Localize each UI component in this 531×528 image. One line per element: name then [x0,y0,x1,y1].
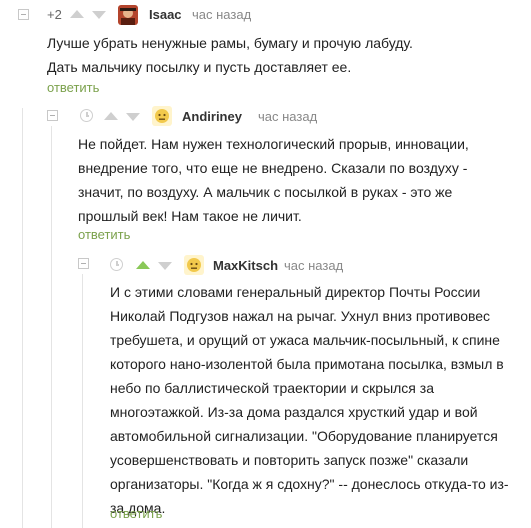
avatar[interactable] [152,106,172,126]
comment-author[interactable]: Andiriney [182,109,242,124]
avatar[interactable] [184,255,204,275]
comment-text: Лучше убрать ненужные рамы, бумагу и про… [47,35,413,75]
clock-icon [80,109,93,122]
comment-author[interactable]: Isaac [149,7,182,22]
downvote-icon[interactable] [92,11,106,19]
collapse-icon[interactable] [78,258,89,269]
comment-time[interactable]: час назад [284,258,343,273]
comment-time[interactable]: час назад [192,7,251,22]
comment-time[interactable]: час назад [258,109,317,124]
upvote-icon[interactable] [136,261,150,269]
avatar[interactable] [118,5,138,25]
upvote-icon[interactable] [70,10,84,18]
clock-icon [110,258,123,271]
comment-text: Не пойдет. Нам нужен технологический про… [78,136,469,224]
thread-line [82,274,83,528]
downvote-icon[interactable] [158,262,172,270]
collapse-icon[interactable] [47,110,58,121]
reply-button[interactable]: ответить [47,80,99,95]
comment-author[interactable]: MaxKitsch [213,258,278,273]
collapse-icon[interactable] [18,9,29,20]
comment-text: И с этими словами генеральный директор П… [110,284,509,516]
upvote-icon[interactable] [104,112,118,120]
reply-button[interactable]: ответить [78,227,130,242]
thread-line [51,126,52,528]
downvote-icon[interactable] [126,113,140,121]
thread-line [22,108,23,528]
reply-button[interactable]: ответить [110,506,162,521]
comment-score: +2 [47,7,62,22]
